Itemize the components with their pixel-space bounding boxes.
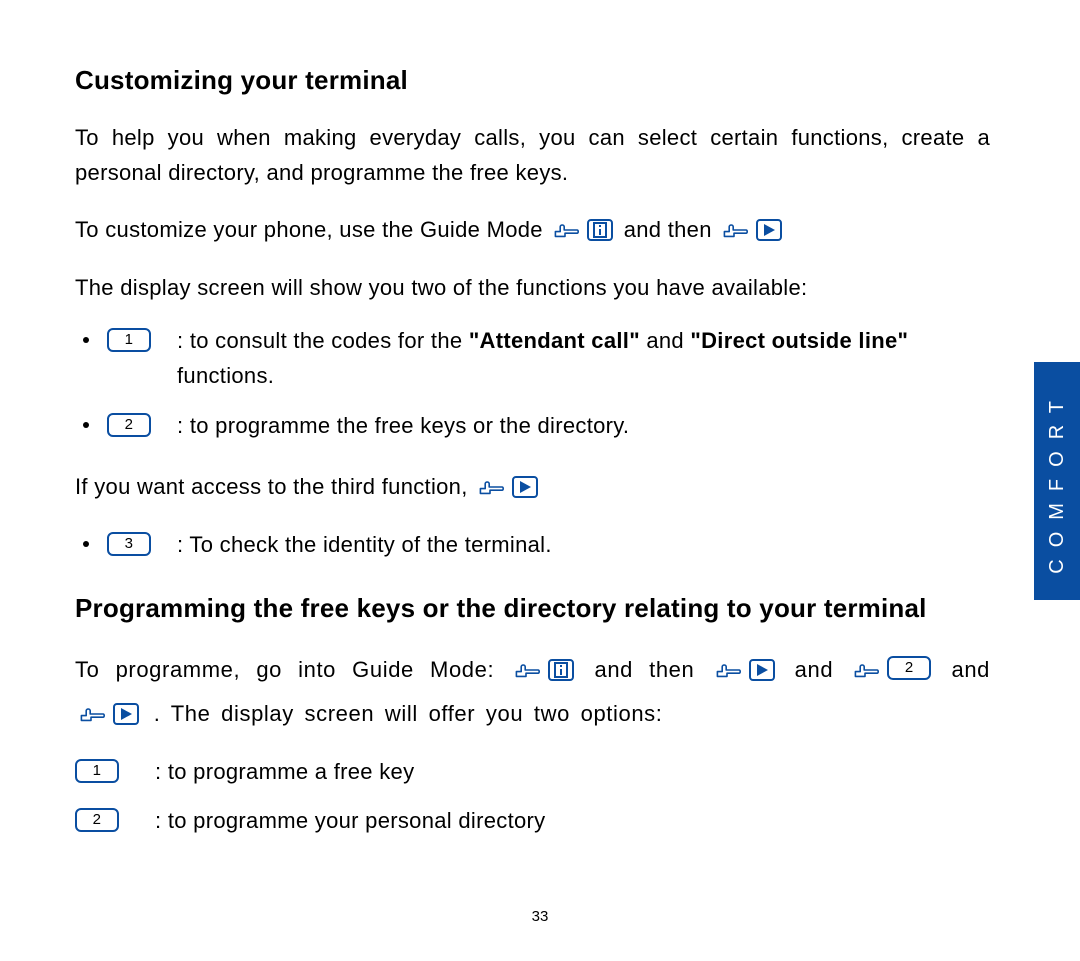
list-item: 3 : To check the identity of the termina… — [75, 527, 990, 562]
press-next-icon — [722, 218, 782, 242]
text-fragment: : to programme your personal directory — [155, 803, 545, 838]
document-page: Customizing your terminal To help you wh… — [0, 0, 1080, 838]
text-fragment: and — [795, 657, 834, 682]
key-2-icon: 2 — [75, 808, 119, 832]
third-function-line: If you want access to the third function… — [75, 465, 990, 509]
text-fragment: and — [952, 657, 991, 682]
guide-mode-line: To customize your phone, use the Guide M… — [75, 208, 990, 252]
next-key-icon — [749, 659, 775, 681]
text-fragment: : to programme the free keys or the dire… — [177, 408, 990, 443]
text-fragment: . The display screen will offer you two … — [154, 701, 663, 726]
hand-point-icon — [715, 658, 747, 682]
key-1-icon: 1 — [75, 759, 119, 783]
list-item: 2 : to programme the free keys or the di… — [75, 408, 990, 443]
text-fragment: To programme, go into Guide Mode: — [75, 657, 494, 682]
text-fragment: and then — [624, 217, 712, 242]
hand-point-icon — [514, 658, 546, 682]
key-2-icon: 2 — [887, 656, 931, 680]
text-fragment: : To check the identity of the terminal. — [177, 527, 990, 562]
list-item: 1 : to consult the codes for the "Attend… — [75, 323, 990, 393]
hand-point-icon — [722, 218, 754, 242]
press-next-icon — [715, 658, 775, 682]
info-key-icon — [587, 219, 613, 241]
bold-text: "Attendant call" — [469, 328, 640, 353]
heading-programming: Programming the free keys or the directo… — [75, 588, 990, 630]
next-key-icon — [113, 703, 139, 725]
text-fragment: functions. — [177, 363, 274, 388]
text-fragment: If you want access to the third function… — [75, 474, 468, 499]
text-fragment: and — [640, 328, 690, 353]
display-line: The display screen will show you two of … — [75, 270, 990, 305]
key-1-icon: 1 — [107, 328, 151, 352]
hand-point-icon — [79, 702, 111, 726]
bullet-icon — [83, 337, 89, 343]
info-key-icon — [548, 659, 574, 681]
next-key-icon — [512, 476, 538, 498]
section-tab-comfort: COMFORT — [1034, 362, 1080, 600]
page-number: 33 — [0, 908, 1080, 925]
key-3-icon: 3 — [107, 532, 151, 556]
bold-text: "Direct outside line" — [690, 328, 908, 353]
press-info-icon — [553, 218, 613, 242]
intro-paragraph: To help you when making everyday calls, … — [75, 120, 990, 190]
hand-point-icon — [853, 658, 885, 682]
list-item: 2 : to programme your personal directory — [75, 803, 990, 838]
function-list-2: 3 : To check the identity of the termina… — [75, 527, 990, 562]
programming-paragraph: To programme, go into Guide Mode: and th… — [75, 648, 990, 736]
bullet-icon — [83, 541, 89, 547]
press-next-icon — [79, 702, 139, 726]
key-2-icon: 2 — [107, 413, 151, 437]
heading-customizing: Customizing your terminal — [75, 60, 990, 102]
press-info-icon — [514, 658, 574, 682]
press-next-icon — [478, 475, 538, 499]
function-list: 1 : to consult the codes for the "Attend… — [75, 323, 990, 443]
options-list: 1 : to programme a free key 2 : to progr… — [75, 754, 990, 838]
section-tab-label: COMFORT — [1046, 389, 1069, 574]
next-key-icon — [756, 219, 782, 241]
bullet-icon — [83, 422, 89, 428]
text-fragment: To customize your phone, use the Guide M… — [75, 217, 543, 242]
text-fragment: : to programme a free key — [155, 754, 414, 789]
press-2-icon: 2 — [853, 658, 931, 682]
list-item: 1 : to programme a free key — [75, 754, 990, 789]
text-fragment: and then — [594, 657, 694, 682]
text-fragment: : to consult the codes for the — [177, 328, 469, 353]
hand-point-icon — [478, 475, 510, 499]
hand-point-icon — [553, 218, 585, 242]
